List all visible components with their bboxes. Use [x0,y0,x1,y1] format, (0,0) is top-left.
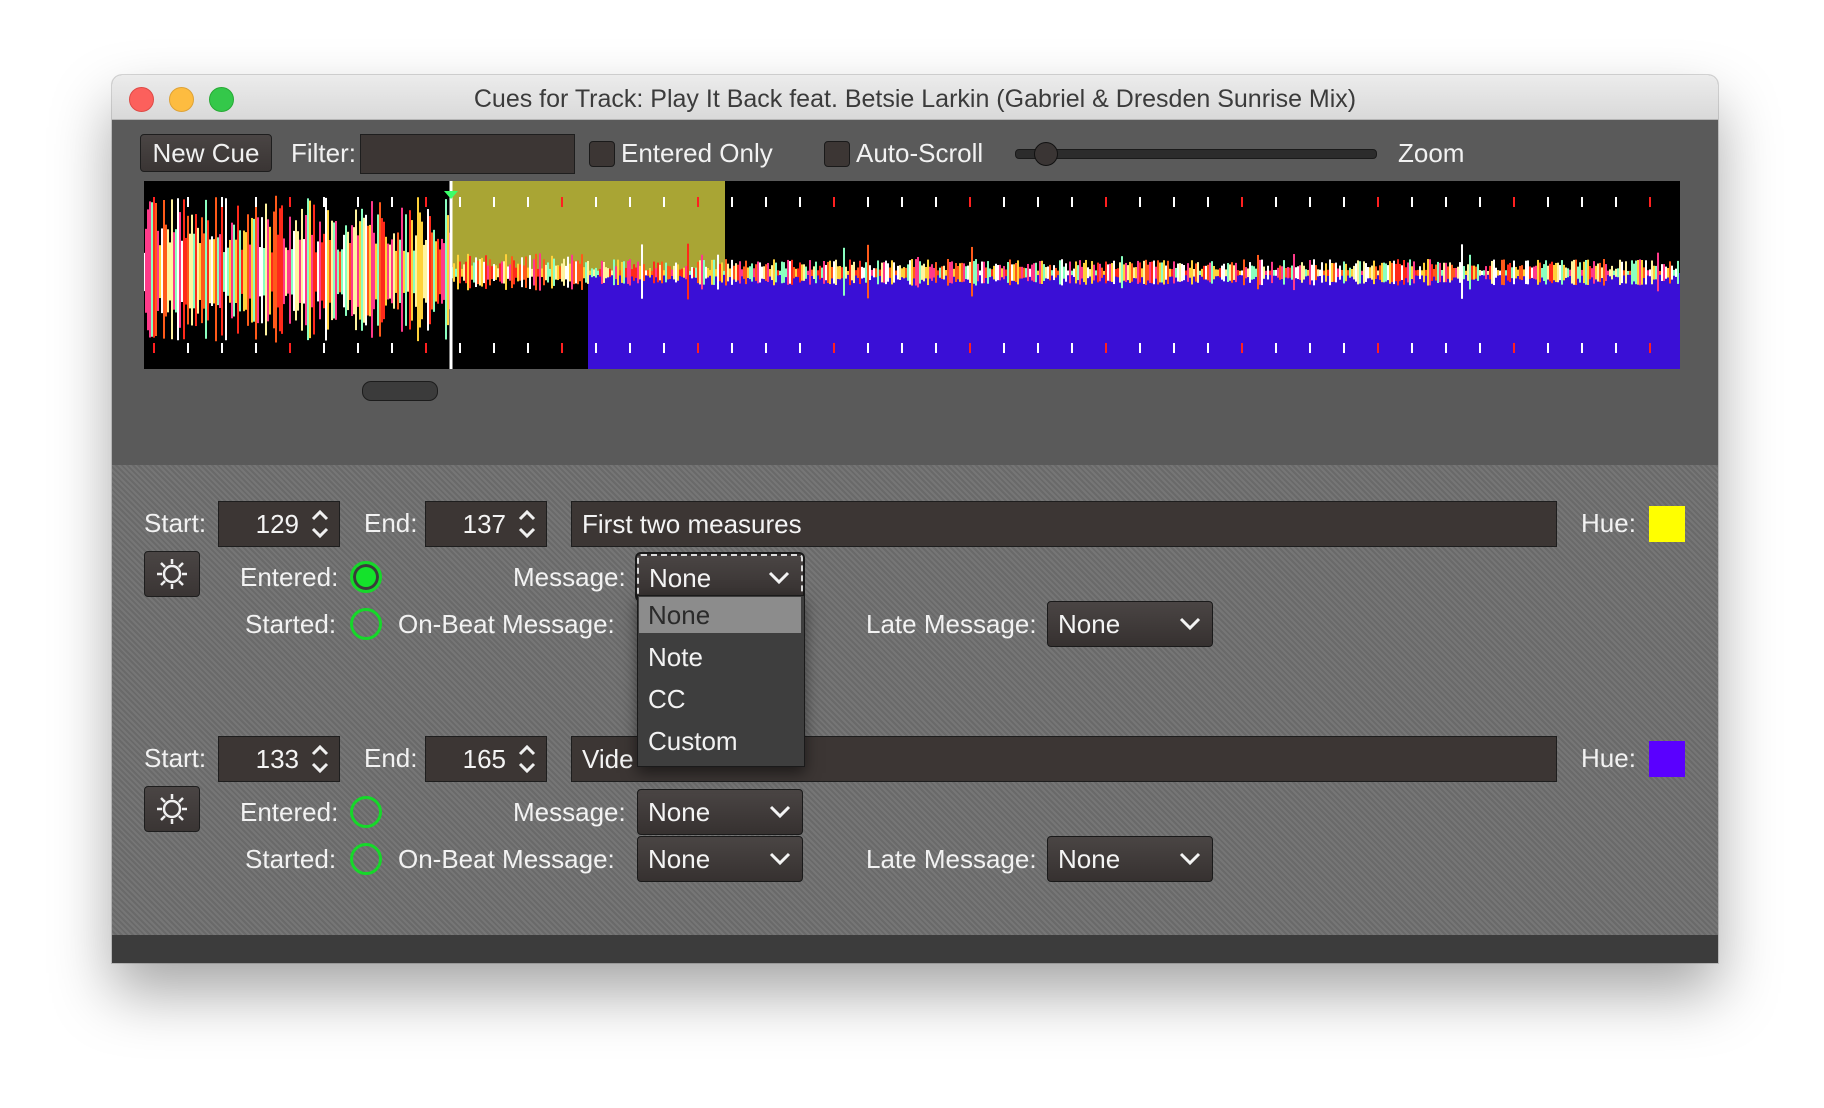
chevron-down-icon [768,849,792,869]
start-value: 133 [256,744,299,775]
cue-list: Start: 129 End: 137 First two measures H… [112,465,1718,935]
end-spinner[interactable]: 165 [425,736,547,782]
waveform-graphic [144,181,1680,369]
spinner-arrows-icon[interactable] [516,739,538,779]
cue-settings-button[interactable] [144,786,200,832]
hue-label: Hue: [1581,508,1636,539]
entered-label: Entered: [240,562,338,593]
chevron-down-icon [1178,849,1202,869]
start-spinner[interactable]: 133 [218,736,340,782]
end-label: End: [364,508,418,539]
filter-label: Filter: [291,138,356,169]
start-label: Start: [144,743,206,774]
hue-swatch[interactable] [1649,506,1685,542]
auto-scroll-checkbox[interactable] [824,141,850,167]
window-bottom-strip [112,935,1718,963]
started-label: Started: [245,844,336,875]
end-spinner[interactable]: 137 [425,501,547,547]
message-dropdown[interactable]: None [637,789,803,835]
message-dropdown[interactable]: None [637,554,803,600]
late-message-dropdown[interactable]: None [1047,836,1213,882]
entered-label: Entered: [240,797,338,828]
gear-icon [145,552,199,596]
hue-swatch[interactable] [1649,741,1685,777]
spinner-arrows-icon[interactable] [309,504,331,544]
started-indicator [350,608,382,640]
auto-scroll-label[interactable]: Auto-Scroll [856,138,983,169]
entered-only-checkbox[interactable] [589,141,615,167]
start-label: Start: [144,508,206,539]
late-message-label: Late Message: [866,844,1037,875]
chevron-down-icon [1178,614,1202,634]
zoom-slider[interactable] [1015,149,1377,159]
start-value: 129 [256,509,299,540]
option-custom[interactable]: Custom [639,723,801,759]
entered-indicator [350,796,382,828]
message-options-popup: None Note CC Custom [637,595,805,767]
gear-icon [145,787,199,831]
on-beat-message-label: On-Beat Message: [398,844,615,875]
waveform-scroll-thumb[interactable] [362,381,438,401]
on-beat-message-dropdown[interactable]: None [637,836,803,882]
filter-input[interactable] [360,134,575,174]
late-message-dropdown[interactable]: None [1047,601,1213,647]
new-cue-button[interactable]: New Cue [140,134,272,172]
option-note[interactable]: Note [639,639,801,675]
start-spinner[interactable]: 129 [218,501,340,547]
late-message-value: None [1058,609,1120,640]
window-title: Cues for Track: Play It Back feat. Betsi… [112,85,1718,114]
message-label: Message: [513,562,626,593]
waveform-display[interactable] [144,181,1680,369]
started-label: Started: [245,609,336,640]
end-value: 137 [463,509,506,540]
message-value: None [648,797,710,828]
on-beat-message-label: On-Beat Message: [398,609,615,640]
late-message-value: None [1058,844,1120,875]
late-message-label: Late Message: [866,609,1037,640]
option-none[interactable]: None [639,597,801,633]
title-bar[interactable]: Cues for Track: Play It Back feat. Betsi… [112,75,1718,120]
cue-comment-input[interactable]: First two measures [571,501,1557,547]
spinner-arrows-icon[interactable] [309,739,331,779]
zoom-slider-thumb[interactable] [1034,142,1058,166]
toolbar-panel: New Cue Filter: Entered Only Auto-Scroll… [112,120,1718,465]
end-label: End: [364,743,418,774]
entered-only-label[interactable]: Entered Only [621,138,773,169]
spinner-arrows-icon[interactable] [516,504,538,544]
on-beat-message-value: None [648,844,710,875]
end-value: 165 [463,744,506,775]
option-cc[interactable]: CC [639,681,801,717]
zoom-label: Zoom [1398,138,1464,169]
started-indicator [350,843,382,875]
message-label: Message: [513,797,626,828]
cue-settings-button[interactable] [144,551,200,597]
chevron-down-icon [767,568,791,588]
entered-indicator [350,561,382,593]
cues-window: Cues for Track: Play It Back feat. Betsi… [112,75,1718,963]
chevron-down-icon [768,802,792,822]
message-value: None [649,563,711,594]
hue-label: Hue: [1581,743,1636,774]
